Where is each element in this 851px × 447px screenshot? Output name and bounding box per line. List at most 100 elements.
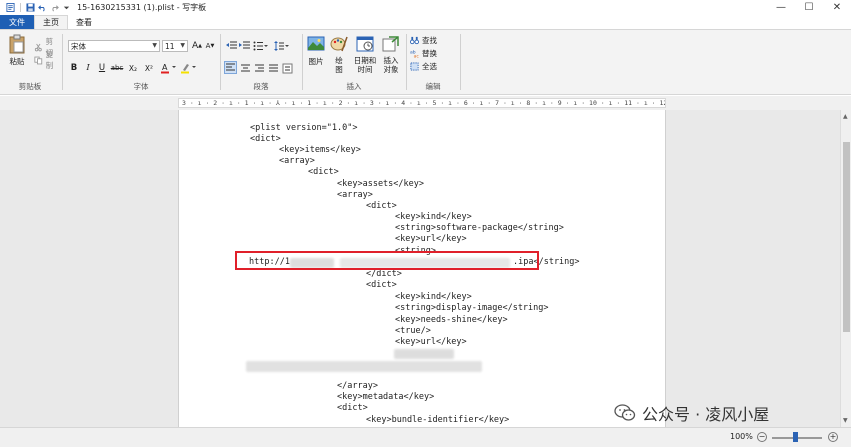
italic-button[interactable]: I xyxy=(82,62,94,74)
datetime-label: 日期和 时间 xyxy=(353,56,377,74)
edit-group: 查找 ab ac 替换 全选 编辑 xyxy=(408,30,458,94)
zoom-in-button[interactable]: + xyxy=(828,432,838,442)
highlight-box xyxy=(235,251,539,270)
font-size-select[interactable]: 11 ▼ xyxy=(162,40,188,52)
doc-line: <true/> xyxy=(395,326,431,336)
clipboard-group-label: 剪贴板 xyxy=(18,82,42,91)
copy-icon xyxy=(34,56,43,64)
line-spacing-icon[interactable] xyxy=(274,41,290,51)
paste-button[interactable]: 粘贴 xyxy=(8,34,26,67)
highlighter-icon xyxy=(181,64,196,74)
close-button[interactable]: ✕ xyxy=(823,0,851,14)
underline-button[interactable]: U xyxy=(96,62,108,74)
scroll-up-icon[interactable]: ▲ xyxy=(843,113,848,120)
redacted-region xyxy=(246,361,482,372)
doc-line: <dict> xyxy=(250,134,281,144)
font-group: 宋体 ▼ 11 ▼ A ▲ A ▼ B I U abc X₂ X² A 字体 xyxy=(64,30,218,94)
align-center-icon[interactable] xyxy=(240,63,251,74)
insert-object-label: 插入 对象 xyxy=(383,56,399,74)
superscript-button[interactable]: X² xyxy=(142,62,156,74)
watermark-text: 公众号 · 凌风小屋 xyxy=(642,405,770,424)
ruler-scale: 3 · ı · 2 · ı · 1 · ı · ⅄ · ı · 1 · ı · … xyxy=(182,99,665,107)
doc-line: <string>display-image</string> xyxy=(395,303,549,313)
datetime-button[interactable]: 日期和 时间 xyxy=(352,34,378,74)
picture-icon xyxy=(307,36,325,51)
font-color-button[interactable]: A xyxy=(160,62,178,74)
minimize-button[interactable]: — xyxy=(767,0,795,14)
shrink-font-button[interactable]: A ▼ xyxy=(204,40,216,52)
ribbon-tabs: 文件 主页 查看 xyxy=(0,15,851,29)
tab-home[interactable]: 主页 xyxy=(34,15,68,29)
doc-line: <dict> xyxy=(366,201,397,211)
paragraph-settings-icon[interactable] xyxy=(282,63,293,74)
grow-font-button[interactable]: A ▲ xyxy=(191,40,203,52)
doc-line: </dict> xyxy=(366,269,402,279)
maximize-button[interactable]: ☐ xyxy=(795,0,823,14)
svg-text:ac: ac xyxy=(414,55,419,58)
select-all-button[interactable]: 全选 xyxy=(410,61,437,72)
chevron-down-icon: ▼ xyxy=(180,42,185,49)
replace-label: 替换 xyxy=(422,49,437,58)
align-right-icon[interactable] xyxy=(254,63,265,74)
highlight-color-button[interactable] xyxy=(180,62,198,74)
insert-group: 图片 绘 图 日期和 时间 插入 对象 插入 xyxy=(304,30,404,94)
doc-line: <dict> xyxy=(366,280,397,290)
decrease-indent-icon[interactable] xyxy=(226,41,237,51)
strikethrough-button[interactable]: abc xyxy=(110,62,124,74)
scrollbar-thumb[interactable] xyxy=(843,142,850,332)
doc-line: </array> xyxy=(337,381,378,391)
tab-view[interactable]: 查看 xyxy=(68,15,100,29)
binoculars-icon xyxy=(410,36,419,45)
scroll-down-icon[interactable]: ▼ xyxy=(843,417,848,424)
paint-drawing-label: 绘 图 xyxy=(335,56,343,74)
zoom-slider-thumb[interactable] xyxy=(793,432,798,442)
increase-indent-icon[interactable] xyxy=(239,41,250,51)
picture-button[interactable]: 图片 xyxy=(306,34,326,67)
align-left-button[interactable] xyxy=(224,61,237,74)
redo-icon[interactable] xyxy=(50,3,59,12)
clipboard-group: 粘贴 剪切 复制 剪贴板 xyxy=(0,30,60,94)
select-all-label: 全选 xyxy=(422,62,437,71)
paint-drawing-icon xyxy=(330,36,348,52)
tab-file[interactable]: 文件 xyxy=(0,15,34,29)
doc-line: <key>bundle-identifier</key> xyxy=(366,415,510,425)
wordpad-app-icon xyxy=(6,2,15,12)
paint-drawing-button[interactable]: 绘 图 xyxy=(329,34,349,74)
paste-label: 粘贴 xyxy=(9,57,25,66)
picture-label: 图片 xyxy=(308,57,324,66)
replace-button[interactable]: ab ac 替换 xyxy=(410,48,437,59)
doc-line: <dict> xyxy=(337,403,368,413)
vertical-scrollbar[interactable]: ▲ ▼ xyxy=(840,110,851,427)
svg-text:A: A xyxy=(162,63,168,72)
bold-button[interactable]: B xyxy=(68,62,80,74)
find-button[interactable]: 查找 xyxy=(410,35,437,46)
font-family-select[interactable]: 宋体 ▼ xyxy=(68,40,160,52)
subscript-button[interactable]: X₂ xyxy=(126,62,140,74)
select-all-icon xyxy=(410,62,419,71)
customize-qat-icon[interactable] xyxy=(62,3,71,12)
zoom-out-button[interactable]: − xyxy=(757,432,767,442)
ribbon: 粘贴 剪切 复制 剪贴板 宋体 ▼ 11 ▼ A ▲ A ▼ B I U abc X… xyxy=(0,29,851,95)
undo-icon[interactable] xyxy=(38,3,47,12)
copy-button[interactable]: 复制 xyxy=(34,49,60,71)
doc-line: <array> xyxy=(279,156,315,166)
doc-line: <key>needs-shine</key> xyxy=(395,315,508,325)
bullet-list-icon[interactable] xyxy=(253,41,269,51)
status-bar: 100% − + xyxy=(0,427,851,447)
align-left-icon xyxy=(226,63,235,71)
insert-object-button[interactable]: 插入 对象 xyxy=(380,34,402,74)
justify-icon[interactable] xyxy=(268,63,279,74)
doc-line: <key>kind</key> xyxy=(395,292,472,302)
font-family-value: 宋体 xyxy=(71,41,86,51)
font-color-icon: A xyxy=(161,63,176,74)
font-size-value: 11 xyxy=(165,41,175,51)
doc-line: <key>url</key> xyxy=(395,234,467,244)
ruler[interactable]: 3 · ı · 2 · ı · 1 · ı · ⅄ · ı · 1 · ı · … xyxy=(178,98,666,108)
paragraph-group: 段落 xyxy=(222,30,300,94)
save-icon[interactable] xyxy=(26,2,35,12)
replace-icon: abac xyxy=(410,50,419,59)
redacted-region xyxy=(394,349,454,359)
insert-object-icon xyxy=(382,36,399,52)
doc-line: <key>kind</key> xyxy=(395,212,472,222)
calendar-clock-icon xyxy=(356,36,374,52)
